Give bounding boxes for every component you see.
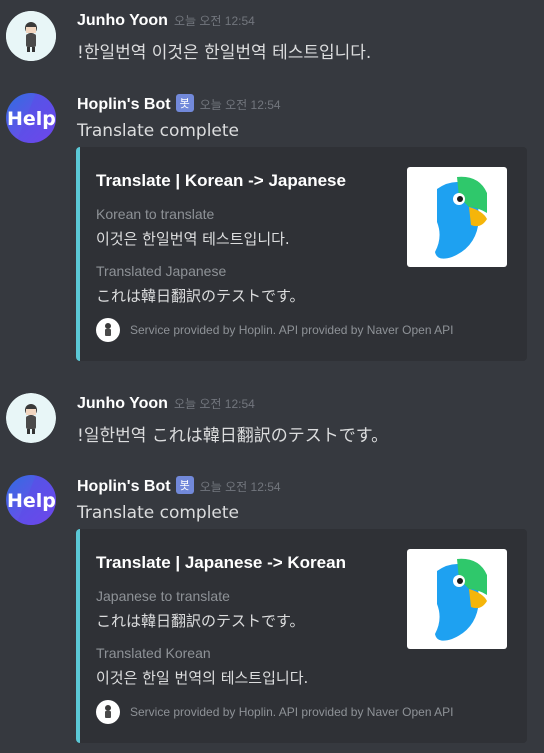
svg-text:Help: Help [7,490,56,512]
bot-avatar[interactable]: Help [6,475,56,525]
author-name[interactable]: Junho Yoon 오늘 오전 12:54 [77,12,255,30]
embed-footer: Service provided by Hoplin. API provided… [96,700,454,724]
embed-field-name: Translated Japanese [96,263,227,279]
author-name[interactable]: Hoplin's Bot 봇 오늘 오전 12:54 [77,94,281,114]
embed-thumbnail[interactable] [407,167,507,267]
timestamp: 오늘 오전 12:54 [173,14,255,28]
embed-field-value: 이것은 한일 번역의 테스트입니다. [96,669,309,687]
footer-icon [96,700,120,724]
embed-footer-text: Service provided by Hoplin. API provided… [130,705,454,719]
embed-field-name: Translated Korean [96,645,211,661]
timestamp: 오늘 오전 12:54 [173,397,255,411]
author-name[interactable]: Junho Yoon 오늘 오전 12:54 [77,395,255,413]
help-logo-avatar: Help [6,475,56,525]
embed-field-name: Japanese to translate [96,588,230,604]
embed-card: Translate | Japanese -> Korean Japanese … [76,529,527,743]
svg-text:Help: Help [7,108,56,130]
author-name-text[interactable]: Hoplin's Bot [77,96,171,113]
papago-parrot-icon [435,176,487,259]
help-logo-avatar: Help [6,93,56,143]
embed-field-name: Korean to translate [96,206,215,222]
embed-field-value: これは韓日翻訳のテストです。 [96,287,305,305]
message-text: !일한번역 これは韓日翻訳のテストです。 [77,426,389,446]
user-avatar[interactable] [6,393,56,443]
papago-parrot-icon [435,558,487,641]
embed-title: Translate | Japanese -> Korean [96,553,346,572]
embed-footer-text: Service provided by Hoplin. API provided… [130,323,454,337]
embed-title: Translate | Korean -> Japanese [96,171,346,190]
author-name-text[interactable]: Junho Yoon [77,12,168,29]
message-text: Translate complete [77,503,239,523]
user-avatar[interactable] [6,11,56,61]
embed-field-value: これは韓日翻訳のテストです。 [96,612,305,630]
message-text: Translate complete [77,121,239,141]
timestamp: 오늘 오전 12:54 [199,98,281,112]
bot-badge: 봇 [175,476,194,494]
bot-badge: 봇 [175,94,194,112]
author-name[interactable]: Hoplin's Bot 봇 오늘 오전 12:54 [77,476,281,496]
footer-icon [96,318,120,342]
embed-card: Translate | Korean -> Japanese Korean to… [76,147,527,361]
author-name-text[interactable]: Junho Yoon [77,395,168,412]
embed-field-value: 이것은 한일번역 테스트입니다. [96,230,290,248]
author-name-text[interactable]: Hoplin's Bot [77,478,171,495]
bot-avatar[interactable]: Help [6,93,56,143]
embed-thumbnail[interactable] [407,549,507,649]
timestamp: 오늘 오전 12:54 [199,480,281,494]
embed-footer: Service provided by Hoplin. API provided… [96,318,454,342]
message-text: !한일번역 이것은 한일번역 테스트입니다. [77,43,372,63]
